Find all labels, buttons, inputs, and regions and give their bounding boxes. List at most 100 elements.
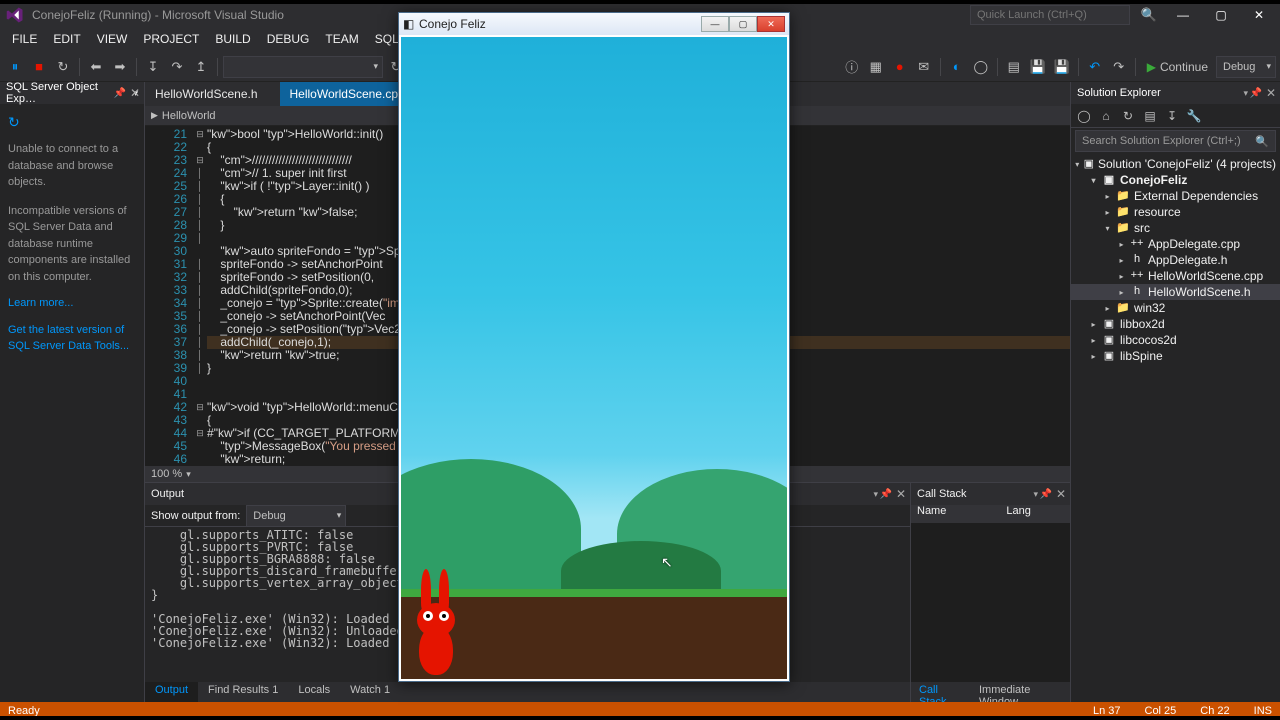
game-titlebar[interactable]: ◧ Conejo Feliz — ▢ ✕: [399, 13, 789, 35]
nav-back-icon[interactable]: ⬅: [85, 56, 107, 78]
game-canvas: ↖: [401, 37, 787, 679]
vs-logo-icon: [6, 6, 24, 24]
close-icon[interactable]: ✕: [130, 86, 140, 100]
msg-text: Incompatible versions of SQL Server Data…: [8, 203, 136, 286]
tb-icon[interactable]: ▦: [865, 56, 887, 78]
quick-launch-input[interactable]: [970, 5, 1130, 25]
tb-icon[interactable]: ✉: [913, 56, 935, 78]
tree-node[interactable]: ▸hAppDelegate.h: [1071, 252, 1280, 268]
restart-icon[interactable]: ↻: [52, 56, 74, 78]
pin-icon[interactable]: 📌: [1040, 489, 1052, 500]
file-icon: ++: [1130, 269, 1144, 283]
collapse-icon[interactable]: ↧: [1163, 107, 1181, 125]
close-icon[interactable]: ✕: [896, 487, 906, 501]
learn-more-link[interactable]: Learn more...: [8, 295, 136, 312]
menu-view[interactable]: VIEW: [89, 30, 136, 52]
msg-text: Unable to connect to a database and brow…: [8, 141, 136, 191]
doc-tab[interactable]: HelloWorldScene.h: [145, 82, 280, 106]
tree-node[interactable]: ▸hHelloWorldScene.h: [1071, 284, 1280, 300]
tb-icon[interactable]: ◐: [946, 56, 968, 78]
sync-icon[interactable]: ↻: [1119, 107, 1137, 125]
close-icon[interactable]: ✕: [1056, 487, 1066, 501]
bottom-tab[interactable]: Locals: [288, 682, 340, 702]
step-into-icon[interactable]: ↧: [142, 56, 164, 78]
dropdown-icon[interactable]: ▾: [873, 489, 878, 500]
step-over-icon[interactable]: ↷: [166, 56, 188, 78]
tree-node[interactable]: ▸▣libbox2d: [1071, 316, 1280, 332]
se-search-input[interactable]: Search Solution Explorer (Ctrl+;) 🔍: [1075, 130, 1276, 152]
tb-icon[interactable]: ◯: [970, 56, 992, 78]
menu-team[interactable]: TEAM: [317, 30, 366, 52]
bottom-tab[interactable]: Watch 1: [340, 682, 400, 702]
redo-icon[interactable]: ↷: [1108, 56, 1130, 78]
cs-tab[interactable]: Call Stack: [911, 682, 971, 702]
new-icon[interactable]: ▤: [1003, 56, 1025, 78]
file-icon: ▣: [1102, 317, 1116, 331]
tree-node[interactable]: ▸📁External Dependencies: [1071, 188, 1280, 204]
pin-icon[interactable]: 📌: [1250, 88, 1262, 99]
callstack-panel: Call Stack ▾ 📌 ✕ Name Lang Call StackImm…: [910, 483, 1070, 702]
pause-icon[interactable]: ⏸: [4, 56, 26, 78]
home-icon[interactable]: ⌂: [1097, 107, 1115, 125]
dropdown-icon[interactable]: ▾: [1033, 489, 1038, 500]
output-source-dropdown[interactable]: Debug: [246, 505, 346, 527]
solution-tree[interactable]: ▾▣ Solution 'ConejoFeliz' (4 projects) ▾…: [1071, 154, 1280, 702]
saveall-icon[interactable]: 💾: [1051, 56, 1073, 78]
bottom-tab[interactable]: Find Results 1: [198, 682, 288, 702]
file-icon: 📁: [1116, 189, 1130, 203]
tree-node[interactable]: ▸📁win32: [1071, 300, 1280, 316]
game-window[interactable]: ◧ Conejo Feliz — ▢ ✕ ↖: [398, 12, 790, 682]
col-lang: Lang: [1006, 505, 1030, 523]
chevron-right-icon[interactable]: ▶: [151, 110, 158, 121]
fold-gutter[interactable]: ⊟⊟│││││││││││││││⊟⊟: [193, 126, 207, 466]
pin-icon[interactable]: 📌: [114, 88, 126, 99]
dropdown-icon[interactable]: ▾: [1243, 88, 1248, 99]
tree-node[interactable]: ▸📁resource: [1071, 204, 1280, 220]
save-icon[interactable]: 💾: [1027, 56, 1049, 78]
scope-label[interactable]: HelloWorld: [162, 110, 216, 122]
step-out-icon[interactable]: ↥: [190, 56, 212, 78]
search-icon[interactable]: 🔍: [1138, 4, 1160, 26]
solution-root[interactable]: ▾▣ Solution 'ConejoFeliz' (4 projects): [1071, 156, 1280, 172]
menu-debug[interactable]: DEBUG: [259, 30, 318, 52]
maximize-button[interactable]: ▢: [729, 16, 757, 32]
tree-node[interactable]: ▸▣libcocos2d: [1071, 332, 1280, 348]
config-dropdown[interactable]: Debug: [1216, 56, 1276, 78]
tree-node[interactable]: ▸++HelloWorldScene.cpp: [1071, 268, 1280, 284]
menu-project[interactable]: PROJECT: [135, 30, 207, 52]
close-icon[interactable]: ✕: [1266, 86, 1276, 100]
tree-node[interactable]: ▸++AppDelegate.cpp: [1071, 236, 1280, 252]
nav-fwd-icon[interactable]: ➡: [109, 56, 131, 78]
cs-tab[interactable]: Immediate Window: [971, 682, 1070, 702]
get-tools-link[interactable]: Get the latest version of SQL Server Dat…: [8, 322, 136, 355]
minimize-button[interactable]: —: [1168, 4, 1198, 26]
minimize-button[interactable]: —: [701, 16, 729, 32]
showall-icon[interactable]: ▤: [1141, 107, 1159, 125]
stop-icon[interactable]: ■: [28, 56, 50, 78]
tree-node[interactable]: ▾▣ConejoFeliz: [1071, 172, 1280, 188]
panel-title: SQL Server Object Exp… ▾ 📌 ✕: [0, 82, 144, 104]
se-toolbar: ◯ ⌂ ↻ ▤ ↧ 🔧: [1071, 104, 1280, 128]
menu-build[interactable]: BUILD: [207, 30, 258, 52]
bottom-tab[interactable]: Output: [145, 682, 198, 702]
bottom-tabs: OutputFind Results 1LocalsWatch 1: [145, 682, 910, 702]
menu-file[interactable]: FILE: [4, 30, 45, 52]
undo-icon[interactable]: ↶: [1084, 56, 1106, 78]
properties-icon[interactable]: 🔧: [1185, 107, 1203, 125]
continue-button[interactable]: ▶Continue: [1141, 60, 1214, 74]
tree-node[interactable]: ▾📁src: [1071, 220, 1280, 236]
menu-edit[interactable]: EDIT: [45, 30, 88, 52]
pin-icon[interactable]: 📌: [880, 489, 892, 500]
back-icon[interactable]: ◯: [1075, 107, 1093, 125]
tb-icon[interactable]: ●: [889, 56, 911, 78]
stackframe-dropdown[interactable]: [223, 56, 383, 78]
refresh-icon[interactable]: ↻: [8, 112, 136, 133]
tb-icon[interactable]: ⓘ: [841, 56, 863, 78]
close-button[interactable]: ✕: [1244, 4, 1274, 26]
tree-node[interactable]: ▸▣libSpine: [1071, 348, 1280, 364]
file-icon: ▣: [1102, 173, 1116, 187]
close-button[interactable]: ✕: [757, 16, 785, 32]
callstack-list[interactable]: [911, 523, 1070, 682]
maximize-button[interactable]: ▢: [1206, 4, 1236, 26]
zoom-level[interactable]: 100 %: [151, 468, 182, 480]
